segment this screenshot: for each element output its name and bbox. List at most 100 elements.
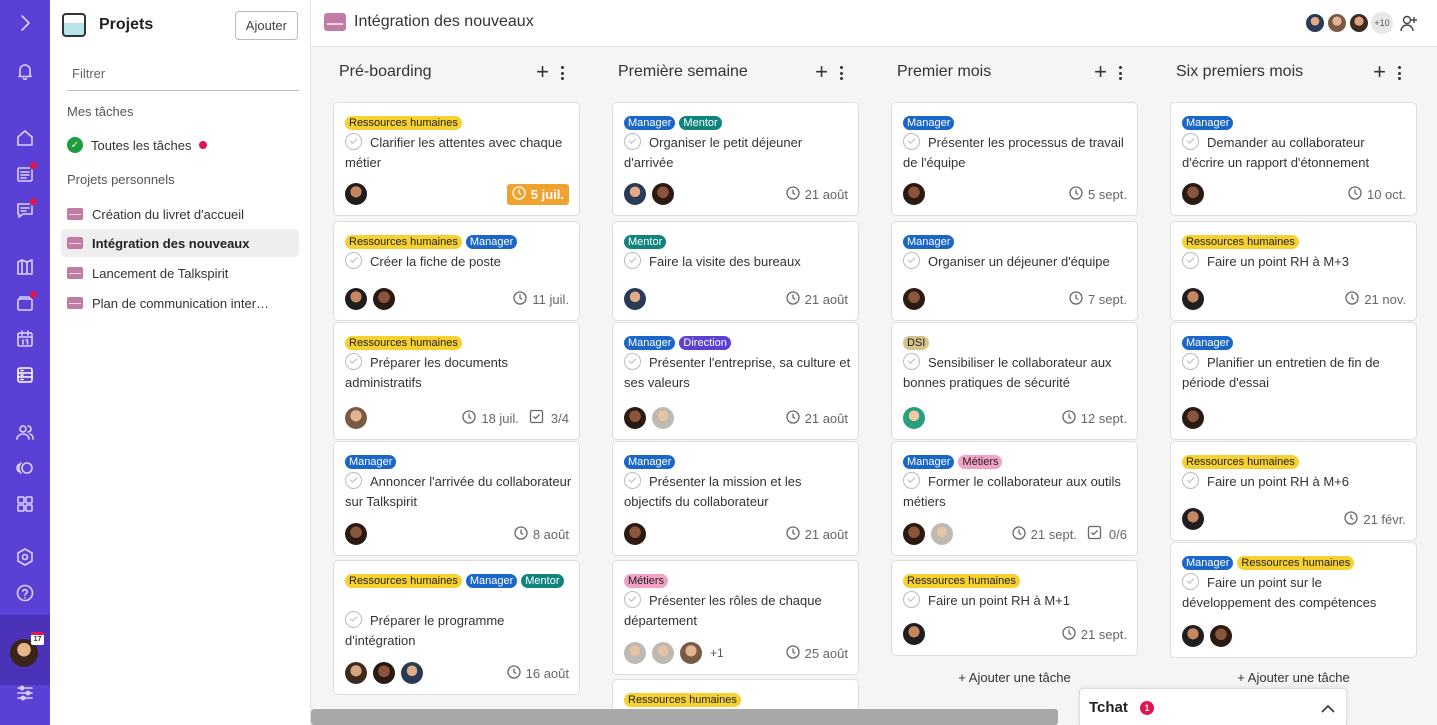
task-checkbox[interactable] xyxy=(624,472,641,489)
sidebar-item-project[interactable]: Lancement de Talkspirit xyxy=(61,259,299,287)
home-icon[interactable] xyxy=(12,125,38,151)
task-title[interactable]: Présenter les processus de travail de l'… xyxy=(903,133,1131,173)
settings-icon[interactable] xyxy=(12,544,38,570)
task-card[interactable]: Manager Direction Présenter l'entreprise, … xyxy=(612,322,859,440)
messages-icon[interactable] xyxy=(12,197,38,223)
task-checkbox[interactable] xyxy=(345,611,362,628)
assignee-avatar[interactable] xyxy=(680,642,702,664)
task-checkbox[interactable] xyxy=(345,353,362,370)
assignee-avatar[interactable] xyxy=(373,288,395,310)
task-card[interactable]: Ressources humaines Préparer les document… xyxy=(333,322,580,440)
task-title[interactable]: Clarifier les attentes avec chaque métie… xyxy=(345,133,573,173)
assignee-avatar[interactable] xyxy=(652,407,674,429)
assignee-avatar[interactable] xyxy=(652,183,674,205)
task-checkbox[interactable] xyxy=(903,472,920,489)
assignee-avatar[interactable] xyxy=(1182,183,1204,205)
task-card[interactable]: Manager Organiser un déjeuner d'équipe 7 s… xyxy=(891,221,1138,321)
more-members-badge[interactable]: +10 xyxy=(1371,12,1393,34)
chat-panel[interactable]: Tchat 1 xyxy=(1079,688,1347,725)
library-icon[interactable] xyxy=(12,254,38,280)
bell-icon[interactable] xyxy=(12,58,38,84)
add-task-link[interactable]: + Ajouter une tâche xyxy=(1170,670,1417,685)
calendar-icon[interactable] xyxy=(12,326,38,352)
task-title[interactable]: Présenter les rôles de chaque départemen… xyxy=(624,591,852,631)
apps-grid-icon[interactable] xyxy=(12,491,38,517)
expand-chevron-icon[interactable] xyxy=(12,10,38,36)
add-icon[interactable]: + xyxy=(815,61,828,83)
task-title[interactable]: Organiser un déjeuner d'équipe xyxy=(903,252,1131,272)
add-icon[interactable]: + xyxy=(1373,61,1386,83)
more-options-icon[interactable] xyxy=(560,66,564,80)
task-card[interactable]: Mentor Faire la visite des bureaux 21 août xyxy=(612,221,859,321)
task-title[interactable]: Préparer le programme d'intégration xyxy=(345,611,573,651)
assignee-avatar[interactable] xyxy=(373,662,395,684)
assignee-avatar[interactable] xyxy=(1182,288,1204,310)
more-options-icon[interactable] xyxy=(1118,66,1122,80)
task-title[interactable]: Sensibiliser le collaborateur aux bonnes… xyxy=(903,353,1131,393)
task-checkbox[interactable] xyxy=(1182,133,1199,150)
assignee-avatar[interactable] xyxy=(903,183,925,205)
task-checkbox[interactable] xyxy=(903,353,920,370)
assignee-avatar[interactable] xyxy=(624,642,646,664)
news-icon[interactable] xyxy=(12,161,38,187)
task-card[interactable]: Manager Métiers Former le collaborateur au… xyxy=(891,441,1138,556)
assignee-avatar[interactable] xyxy=(652,642,674,664)
task-card[interactable]: Manager Présenter les processus de travai… xyxy=(891,102,1138,216)
task-card[interactable]: Ressources humaines Clarifier les attente… xyxy=(333,102,580,216)
task-card[interactable]: Manager Annoncer l'arrivée du collaborate… xyxy=(333,441,580,556)
spaces-icon[interactable] xyxy=(12,455,38,481)
avatar[interactable] xyxy=(1304,12,1326,34)
task-title[interactable]: Faire un point RH à M+1 xyxy=(903,591,1131,611)
task-checkbox[interactable] xyxy=(624,591,641,608)
sidebar-item-project[interactable]: Intégration des nouveaux xyxy=(61,229,299,257)
task-title[interactable]: Créer la fiche de poste xyxy=(345,252,573,272)
horizontal-scrollbar[interactable] xyxy=(311,709,1058,725)
task-title[interactable]: Annoncer l'arrivée du collaborateur sur … xyxy=(345,472,573,512)
assignee-avatar[interactable] xyxy=(345,662,367,684)
assignee-avatar[interactable] xyxy=(903,523,925,545)
assignee-avatar[interactable] xyxy=(345,523,367,545)
task-card[interactable]: Ressources humaines Faire un point RH à M… xyxy=(891,560,1138,656)
task-checkbox[interactable] xyxy=(624,252,641,269)
projects-icon[interactable] xyxy=(12,362,38,388)
add-icon[interactable]: + xyxy=(536,61,549,83)
filter-input[interactable]: Filtrer xyxy=(67,58,299,91)
task-checkbox[interactable] xyxy=(903,133,920,150)
task-title[interactable]: Présenter la mission et les objectifs du… xyxy=(624,472,852,512)
assignee-avatar[interactable] xyxy=(903,288,925,310)
add-task-link[interactable]: + Ajouter une tâche xyxy=(891,670,1138,685)
assignee-avatar[interactable] xyxy=(1182,407,1204,429)
avatar[interactable] xyxy=(1326,12,1348,34)
assignee-avatar[interactable] xyxy=(345,288,367,310)
assignee-avatar[interactable] xyxy=(345,183,367,205)
add-icon[interactable]: + xyxy=(1094,61,1107,83)
assignee-avatar[interactable] xyxy=(931,523,953,545)
preferences-sliders-icon[interactable] xyxy=(12,680,38,706)
task-checkbox[interactable] xyxy=(903,591,920,608)
task-title[interactable]: Faire un point RH à M+3 xyxy=(1182,252,1410,272)
assignee-avatar[interactable] xyxy=(401,662,423,684)
task-title[interactable]: Faire un point RH à M+6 xyxy=(1182,472,1410,492)
task-title[interactable]: Faire un point sur le développement des … xyxy=(1182,573,1410,613)
task-checkbox[interactable] xyxy=(1182,252,1199,269)
task-card[interactable]: Manager Présenter la mission et les objec… xyxy=(612,441,859,556)
add-project-button[interactable]: Ajouter xyxy=(234,10,298,40)
add-member-icon[interactable] xyxy=(1399,13,1419,33)
sidebar-item-project[interactable]: Plan de communication inter… xyxy=(61,289,299,317)
task-title[interactable]: Préparer les documents administratifs xyxy=(345,353,573,393)
task-checkbox[interactable] xyxy=(1182,353,1199,370)
assignee-avatar[interactable] xyxy=(1182,508,1204,530)
assignee-avatar[interactable] xyxy=(903,407,925,429)
task-title[interactable]: Présenter l'entreprise, sa culture et se… xyxy=(624,353,852,393)
assignee-avatar[interactable] xyxy=(624,523,646,545)
task-card[interactable]: Manager Demander au collaborateur d'écrir… xyxy=(1170,102,1417,216)
more-options-icon[interactable] xyxy=(1397,66,1401,80)
assignee-avatar[interactable] xyxy=(345,407,367,429)
task-card[interactable]: Ressources humaines Faire un point RH à M… xyxy=(1170,221,1417,321)
task-card[interactable]: Ressources humaines Faire un point RH à M… xyxy=(1170,441,1417,541)
sidebar-item-project[interactable]: Création du livret d'accueil xyxy=(61,200,299,228)
task-checkbox[interactable] xyxy=(1182,472,1199,489)
help-icon[interactable] xyxy=(12,580,38,606)
avatar[interactable] xyxy=(1348,12,1370,34)
task-checkbox[interactable] xyxy=(1182,573,1199,590)
